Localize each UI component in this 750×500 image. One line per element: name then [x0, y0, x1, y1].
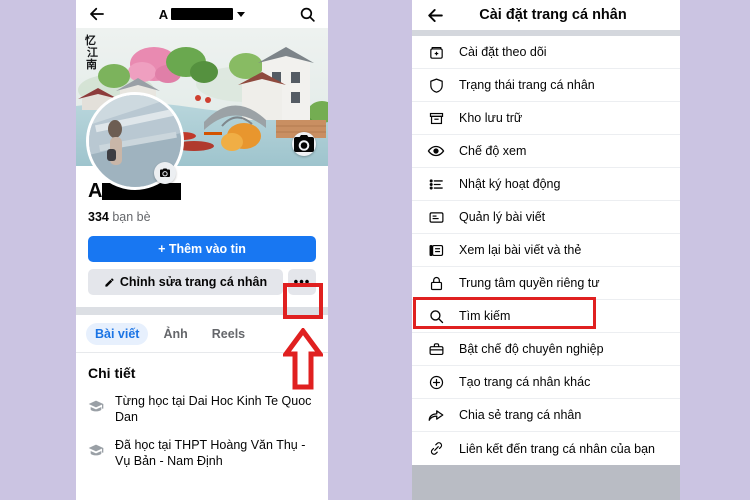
section-divider	[76, 307, 328, 315]
detail-text-education-2: Đã học tại THPT Hoàng Văn Thụ - Vụ Bản -…	[115, 438, 306, 468]
chevron-down-icon[interactable]	[237, 11, 246, 17]
profile-info: A 334 bạn bè	[76, 180, 328, 224]
share-arrow-icon	[426, 405, 446, 425]
menu-item-cai-dat-theo-doi[interactable]: Cài đặt theo dõi	[412, 36, 680, 69]
page-title: Cài đặt trang cá nhân	[479, 7, 627, 23]
edit-profile-label: Chỉnh sửa trang cá nhân	[119, 275, 268, 289]
follow-settings-icon	[426, 42, 446, 62]
review-tag-icon	[426, 240, 446, 260]
detail-row-education-2[interactable]: Đã học tại THPT Hoàng Văn Thụ - Vụ Bản -…	[88, 437, 316, 469]
add-to-story-button[interactable]: + Thêm vào tin	[88, 236, 316, 262]
menu-label: Cài đặt theo dõi	[459, 45, 547, 59]
menu-label: Tìm kiếm	[459, 309, 511, 323]
redaction-bar	[171, 8, 234, 20]
menu-item-lien-ket-den-trang-ca-nhan[interactable]: Liên kết đến trang cá nhân của bạn	[412, 432, 680, 465]
graduation-cap-icon	[88, 437, 106, 463]
settings-menu-list: Cài đặt theo dõi Trạng thái trang cá nhâ…	[412, 36, 680, 465]
menu-item-trang-thai-trang-ca-nhan[interactable]: Trạng thái trang cá nhân	[412, 69, 680, 102]
back-arrow-icon[interactable]	[86, 3, 108, 25]
friends-count: 334	[88, 210, 109, 224]
menu-item-nhat-ky-hoat-dong[interactable]: Nhật ký hoạt động	[412, 168, 680, 201]
title-letter: A	[158, 6, 169, 22]
lock-icon	[426, 273, 446, 293]
profile-action-row: Chỉnh sửa trang cá nhân •••	[88, 269, 316, 295]
svg-text:南: 南	[86, 57, 97, 71]
menu-item-tao-trang-ca-nhan-khac[interactable]: Tạo trang cá nhân khác	[412, 366, 680, 399]
menu-label: Nhật ký hoạt động	[459, 177, 561, 191]
menu-item-kho-luu-tru[interactable]: Kho lưu trữ	[412, 102, 680, 135]
pencil-icon	[104, 277, 115, 288]
archive-box-icon	[426, 108, 446, 128]
edit-profile-button[interactable]: Chỉnh sửa trang cá nhân	[88, 269, 283, 295]
right-phone-screen: Cài đặt trang cá nhân Cài đặt theo dõi T…	[412, 0, 680, 500]
menu-item-che-do-xem[interactable]: Chế độ xem	[412, 135, 680, 168]
menu-label: Trạng thái trang cá nhân	[459, 78, 595, 92]
menu-item-xem-lai-bai-viet-va-the[interactable]: Xem lại bài viết và thẻ	[412, 234, 680, 267]
up-arrow-annotation	[281, 326, 325, 390]
activity-log-icon	[426, 174, 446, 194]
ellipsis-icon: •••	[293, 274, 311, 289]
svg-text:忆: 忆	[85, 33, 96, 47]
search-icon	[426, 306, 446, 326]
profile-name-letter: A	[88, 180, 103, 202]
back-arrow-icon[interactable]	[424, 4, 446, 26]
left-phone-screen: A 忆 江 南 A 334 bạn bè + Thêm vào tin Chỉn…	[76, 0, 328, 500]
menu-label: Liên kết đến trang cá nhân của bạn	[459, 441, 655, 456]
tab-anh[interactable]: Ảnh	[154, 323, 196, 345]
menu-label: Chia sẻ trang cá nhân	[459, 408, 582, 422]
eye-icon	[426, 141, 446, 161]
menu-item-chia-se-trang-ca-nhan[interactable]: Chia sẻ trang cá nhân	[412, 399, 680, 432]
menu-item-bat-che-do-chuyen-nghiep[interactable]: Bật chế độ chuyên nghiệp	[412, 333, 680, 366]
menu-item-trung-tam-quyen-rieng-tu[interactable]: Trung tâm quyền riêng tư	[412, 267, 680, 300]
profile-name-title[interactable]: A	[108, 7, 296, 22]
tab-reels[interactable]: Reels	[203, 323, 254, 345]
menu-item-tim-kiem[interactable]: Tìm kiếm	[412, 300, 680, 333]
avatar-camera-icon[interactable]	[154, 162, 176, 184]
menu-label: Bật chế độ chuyên nghiệp	[459, 342, 604, 356]
cover-camera-icon[interactable]	[292, 132, 316, 156]
tab-bai-viet[interactable]: Bài viết	[86, 323, 149, 345]
friends-label: bạn bè	[112, 210, 151, 224]
details-heading: Chi tiết	[88, 365, 136, 381]
detail-row-education-1[interactable]: Từng học tại Dai Hoc Kinh Te Quoc Dan	[88, 393, 316, 425]
shield-icon	[426, 75, 446, 95]
post-manage-icon	[426, 207, 446, 227]
menu-item-quan-ly-bai-viet[interactable]: Quản lý bài viết	[412, 201, 680, 234]
menu-label: Quản lý bài viết	[459, 210, 546, 224]
briefcase-icon	[426, 339, 446, 359]
plus-circle-icon	[426, 372, 446, 392]
menu-label: Xem lại bài viết và thẻ	[459, 243, 582, 257]
detail-text-education-1: Từng học tại Dai Hoc Kinh Te Quoc Dan	[115, 394, 312, 424]
settings-topbar: Cài đặt trang cá nhân	[412, 0, 680, 30]
svg-text:江: 江	[87, 45, 98, 59]
friends-count-row[interactable]: 334 bạn bè	[88, 210, 316, 224]
graduation-cap-icon	[88, 393, 106, 419]
menu-label: Kho lưu trữ	[459, 111, 523, 125]
menu-label: Tạo trang cá nhân khác	[459, 375, 591, 389]
more-options-button[interactable]: •••	[288, 269, 316, 295]
menu-label: Trung tâm quyền riêng tư	[459, 276, 600, 290]
search-icon[interactable]	[296, 3, 318, 25]
menu-label: Chế độ xem	[459, 144, 527, 158]
left-topbar: A	[76, 0, 328, 28]
link-chain-icon	[426, 439, 446, 459]
